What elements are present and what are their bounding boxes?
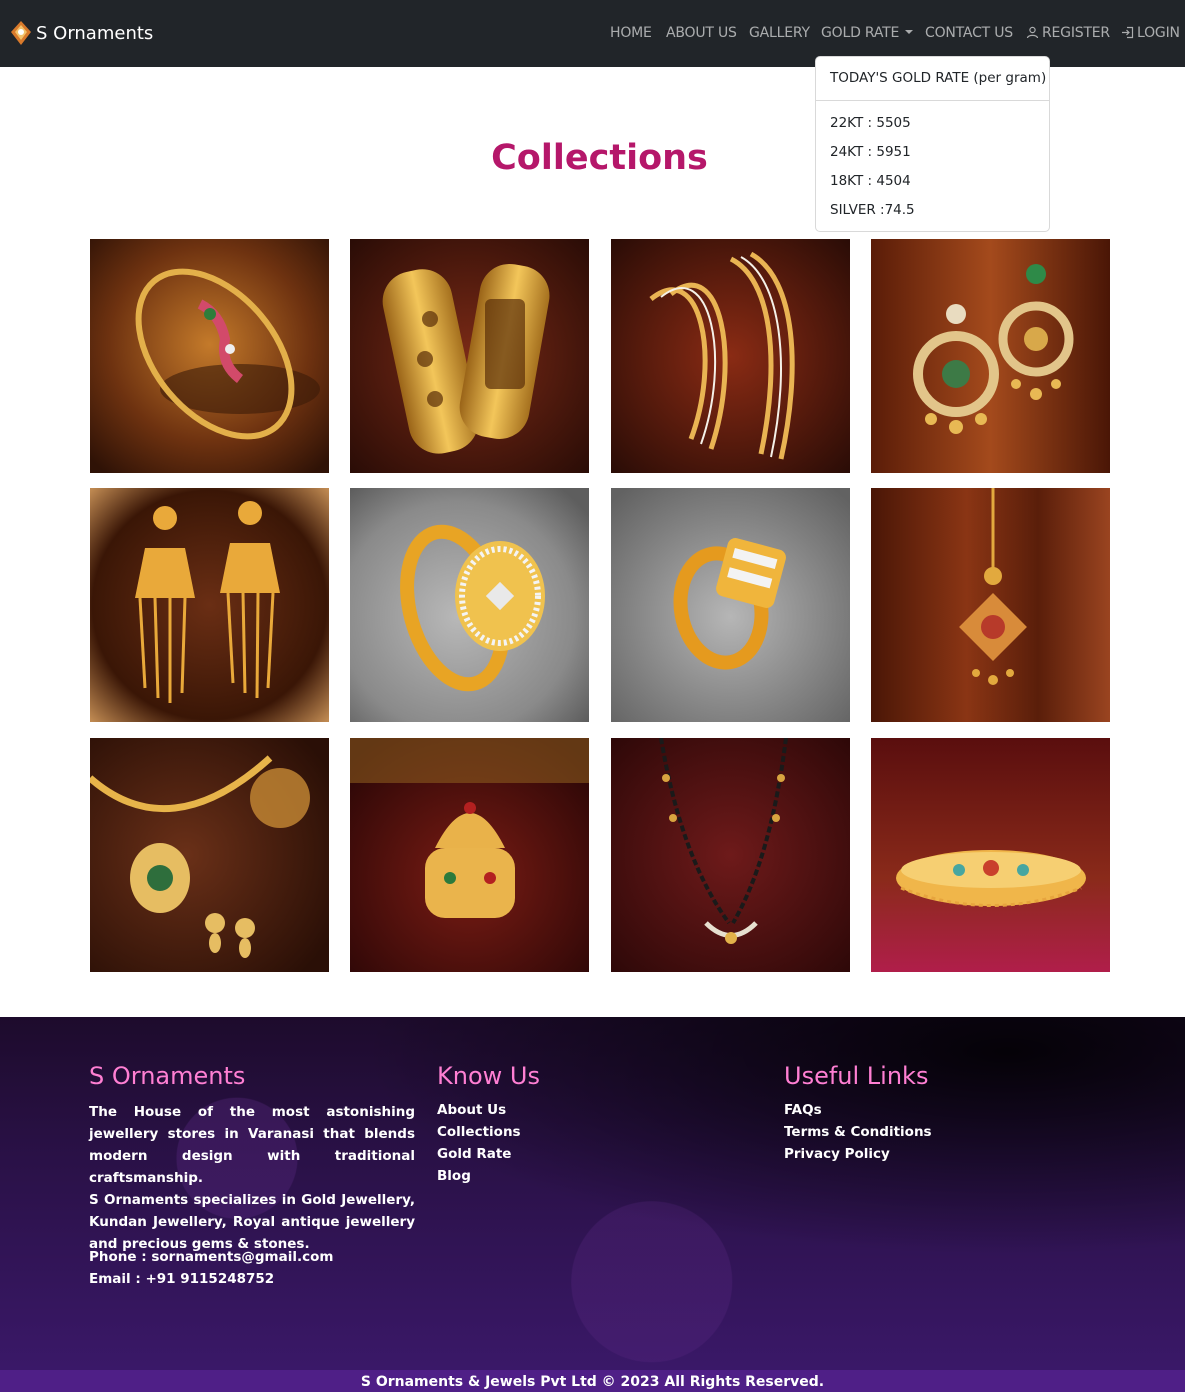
login-icon [1122,26,1134,39]
copyright-bar: S Ornaments & Jewels Pvt Ltd © 2023 All … [0,1370,1185,1392]
kada-pair-icon [350,239,589,473]
footer-email: Email : +91 9115248752 [89,1271,275,1287]
footer-heading-know-us: Know Us [437,1062,540,1090]
gold-rate-dropdown: TODAY'S GOLD RATE (per gram) 22KT : 5505… [815,56,1050,232]
collection-image-bangle[interactable] [90,239,329,473]
caret-down-icon [905,30,914,34]
nav-register[interactable]: REGISTER [1026,25,1110,41]
nav-contact-us[interactable]: CONTACT US [925,25,1013,41]
jhumka-earrings-icon [90,488,329,722]
footer-link-privacy[interactable]: Privacy Policy [784,1146,890,1162]
nav-gold-rate[interactable]: GOLD RATE [821,25,914,41]
collection-image-necklace-set[interactable] [90,738,329,972]
nav-login[interactable]: LOGIN [1121,25,1180,41]
nav-about-us[interactable]: ABOUT US [666,25,737,41]
footer-link-faqs[interactable]: FAQs [784,1102,822,1118]
wave-bangles-icon [611,239,850,473]
footer-link-blog[interactable]: Blog [437,1168,471,1184]
footer-link-gold-rate[interactable]: Gold Rate [437,1146,511,1162]
rate-18kt[interactable]: 18KT : 4504 [830,173,911,189]
pendant-icon [871,488,1110,722]
dropdown-header: TODAY'S GOLD RATE (per gram) [830,70,1047,86]
chandbali-earrings-icon [871,239,1110,473]
collection-image-chandbali-earrings[interactable] [871,239,1110,473]
mangalsutra-icon [611,738,850,972]
collection-image-kada-pair[interactable] [350,239,589,473]
dropdown-divider [816,100,1049,101]
footer-heading-useful-links: Useful Links [784,1062,929,1090]
collection-image-vanki-armlet[interactable] [871,738,1110,972]
gold-ring-icon [611,488,850,722]
collection-image-diamond-ring[interactable] [350,488,589,722]
collection-image-mangalsutra[interactable] [611,738,850,972]
nav-register-label: REGISTER [1042,25,1110,41]
nav-login-label: LOGIN [1137,25,1180,41]
collection-image-kumkum-box[interactable] [350,738,589,972]
footer-link-collections[interactable]: Collections [437,1124,521,1140]
footer-link-about-us[interactable]: About Us [437,1102,506,1118]
kumkum-box-icon [350,738,589,972]
collection-image-gold-ring[interactable] [611,488,850,722]
nav-gold-rate-label: GOLD RATE [821,25,900,41]
rate-24kt[interactable]: 24KT : 5951 [830,144,911,160]
footer-about-para1: The House of the most astonishing jewell… [89,1104,415,1186]
collection-image-jhumka-earrings[interactable] [90,488,329,722]
rate-silver[interactable]: SILVER :74.5 [830,202,915,218]
footer-heading-brand: S Ornaments [89,1062,246,1090]
footer-about-text: The House of the most astonishing jewell… [89,1101,415,1255]
footer-about-para2: S Ornaments specializes in Gold Jeweller… [89,1192,415,1252]
footer-link-terms[interactable]: Terms & Conditions [784,1124,932,1140]
vanki-armlet-icon [871,738,1110,972]
nav-links: HOME ABOUT US GALLERY GOLD RATE CONTACT … [0,25,1185,45]
necklace-set-icon [90,738,329,972]
footer-phone: Phone : sornaments@gmail.com [89,1249,334,1265]
nav-gallery[interactable]: GALLERY [749,25,810,41]
collection-image-pendant[interactable] [871,488,1110,722]
rate-22kt[interactable]: 22KT : 5505 [830,115,911,131]
collection-image-wave-bangles[interactable] [611,239,850,473]
diamond-ring-icon [350,488,589,722]
nav-home[interactable]: HOME [610,25,652,41]
bangle-icon [90,239,329,473]
user-icon [1026,26,1039,39]
